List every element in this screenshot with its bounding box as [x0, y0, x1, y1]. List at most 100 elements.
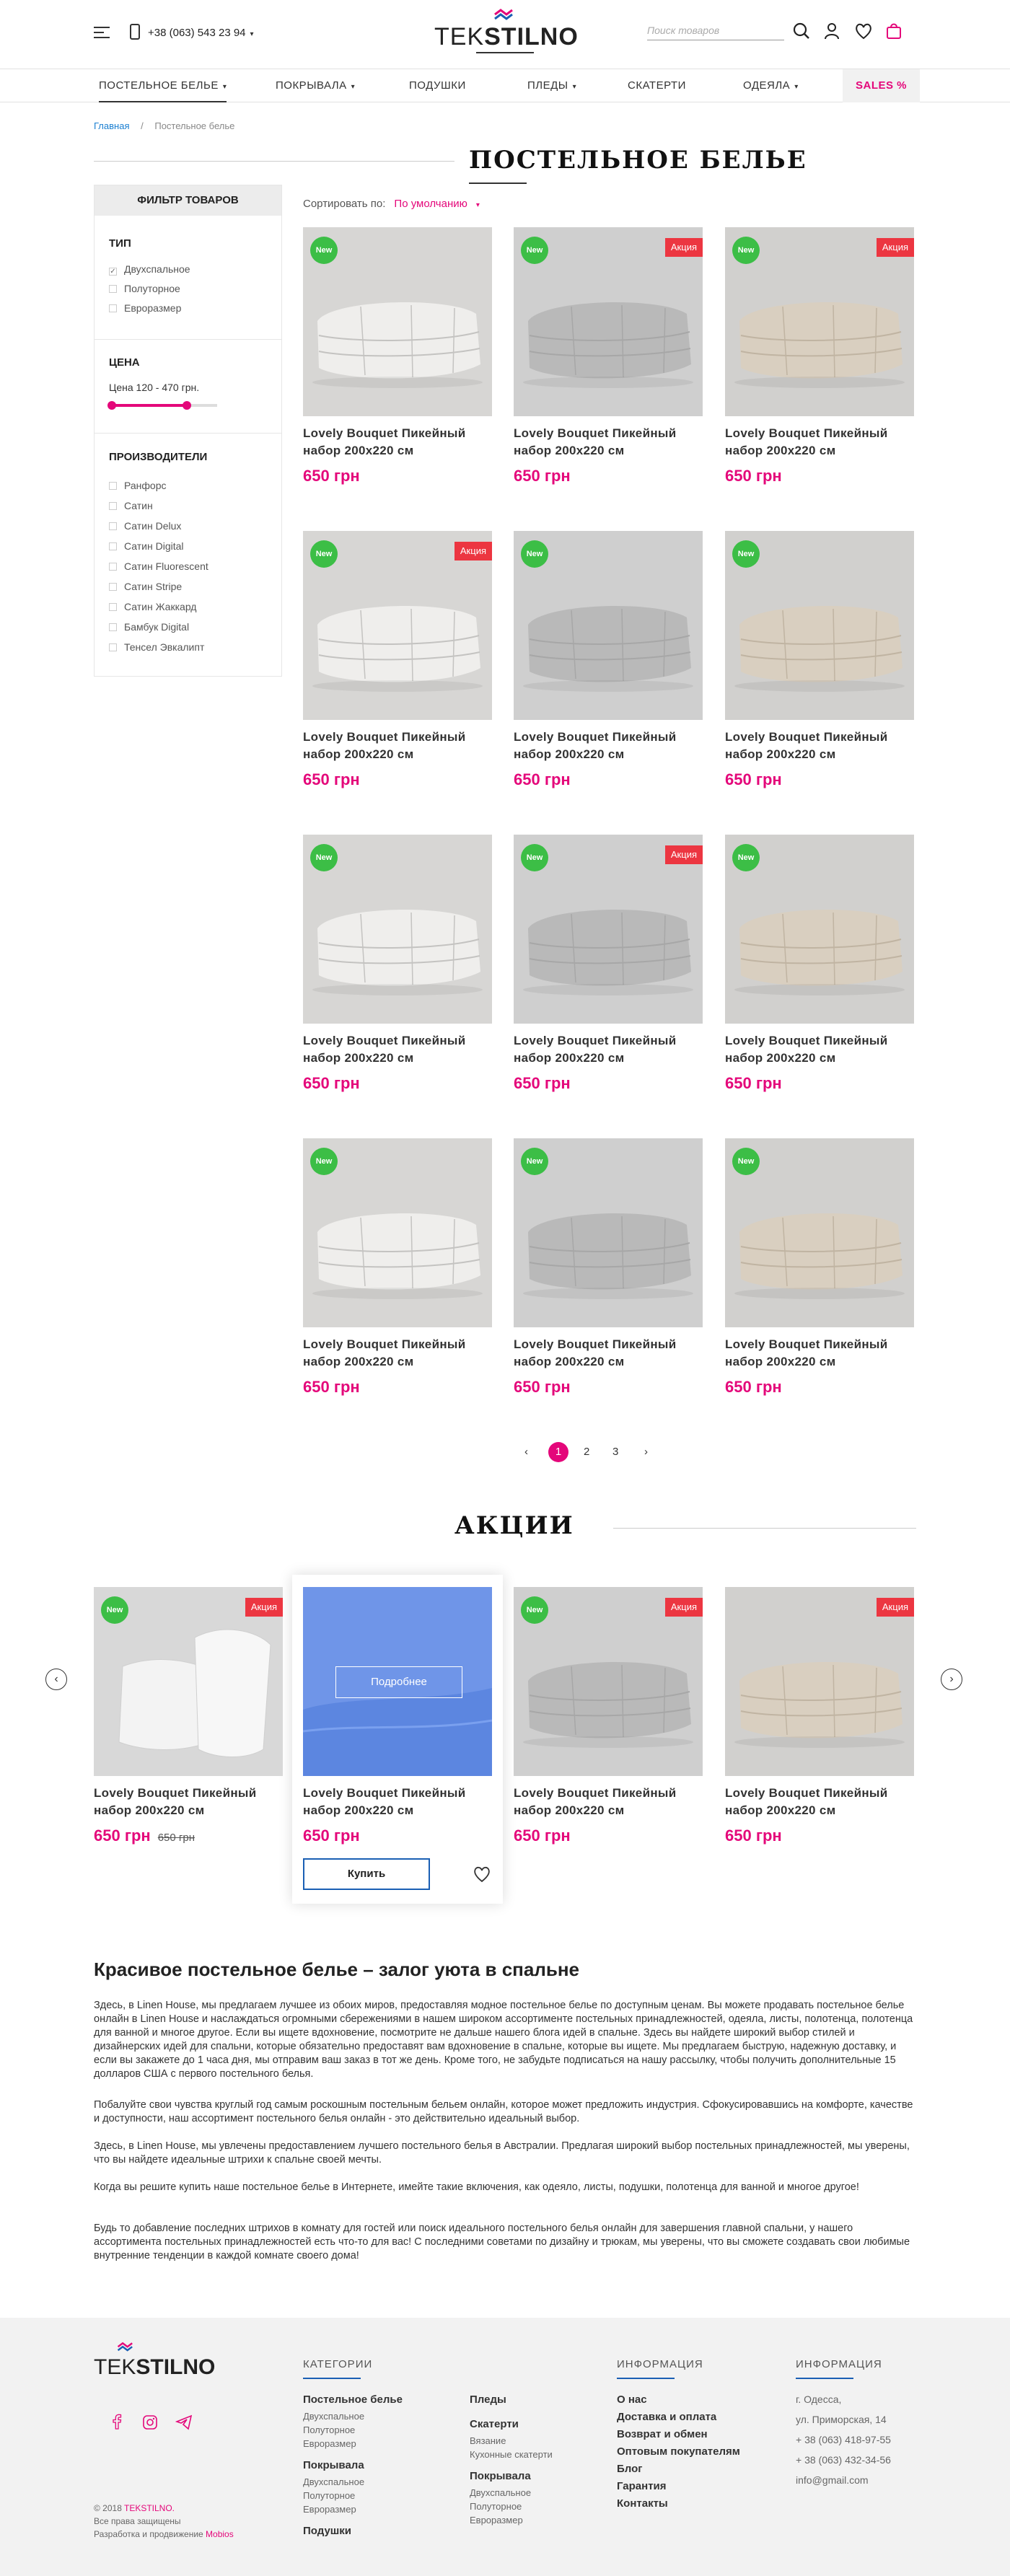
- buy-button[interactable]: Купить: [303, 1858, 430, 1890]
- product-image[interactable]: New: [303, 835, 492, 1024]
- product-card[interactable]: New Акция Lovely Bouquet Пикейный набор 200…: [94, 1587, 283, 1845]
- product-image[interactable]: Акция: [725, 1587, 914, 1776]
- page-1[interactable]: 1: [548, 1442, 568, 1462]
- carousel-next-icon[interactable]: ›: [941, 1669, 962, 1690]
- product-name[interactable]: Lovely Bouquet Пикейный набор 200x220 см: [725, 1032, 914, 1067]
- sort-control[interactable]: Сортировать по: По умолчанию ▾: [303, 198, 480, 210]
- footer-contact[interactable]: + 38 (063) 432-34-56: [796, 2454, 891, 2466]
- product-card[interactable]: New Акция Lovely Bouquet Пикейный набор 200…: [514, 835, 703, 1093]
- filter-option[interactable]: Сатин: [109, 500, 153, 511]
- footer-link-group[interactable]: Скатерти: [470, 2418, 519, 2430]
- developer-link[interactable]: Mobios: [206, 2529, 234, 2539]
- product-image[interactable]: New: [725, 1138, 914, 1327]
- product-image[interactable]: New Акция: [725, 227, 914, 416]
- filter-option[interactable]: Бамбук Digital: [109, 621, 189, 633]
- footer-link-group[interactable]: Покрывала: [470, 2470, 531, 2482]
- footer-link[interactable]: Двухспальное: [303, 2411, 364, 2422]
- product-image[interactable]: Подробнее: [303, 1587, 492, 1776]
- price-slider[interactable]: [107, 401, 217, 410]
- product-name[interactable]: Lovely Bouquet Пикейный набор 200x220 см: [514, 1336, 703, 1371]
- product-image[interactable]: New: [514, 531, 703, 720]
- logo[interactable]: TEKSTILNO: [434, 7, 578, 62]
- product-name[interactable]: Lovely Bouquet Пикейный набор 200x220 см: [725, 729, 914, 763]
- nav-item-bedspreads[interactable]: ПОКРЫВАЛА ▾: [276, 69, 355, 102]
- details-button[interactable]: Подробнее: [335, 1666, 462, 1698]
- nav-item-pillows[interactable]: ПОДУШКИ: [409, 69, 466, 102]
- footer-contact[interactable]: + 38 (063) 418-97-55: [796, 2434, 891, 2445]
- footer-link[interactable]: Двухспальное: [470, 2487, 531, 2498]
- filter-option[interactable]: ✓ Двухспальное: [109, 263, 190, 276]
- nav-item-sales[interactable]: SALES %: [843, 69, 921, 102]
- footer-link[interactable]: Кухонные скатерти: [470, 2449, 553, 2460]
- prev-page-icon[interactable]: ‹: [524, 1446, 528, 1458]
- product-card[interactable]: New Lovely Bouquet Пикейный набор 200x220 …: [303, 1138, 492, 1397]
- product-name[interactable]: Lovely Bouquet Пикейный набор 200x220 см: [303, 1336, 492, 1371]
- footer-info-link[interactable]: Блог: [617, 2463, 643, 2475]
- product-image[interactable]: New: [725, 835, 914, 1024]
- product-image[interactable]: New: [725, 531, 914, 720]
- filter-option[interactable]: Ранфорс: [109, 480, 166, 491]
- search-icon[interactable]: [792, 22, 811, 40]
- telegram-icon[interactable]: [175, 2414, 193, 2430]
- filter-option[interactable]: Евроразмер: [109, 302, 181, 314]
- facebook-icon[interactable]: [112, 2414, 122, 2430]
- header-phone[interactable]: +38 (063) 543 23 94 ▾: [148, 27, 254, 39]
- next-page-icon[interactable]: ›: [644, 1446, 648, 1458]
- filter-option[interactable]: Тенсел Эвкалипт: [109, 641, 204, 653]
- filter-option[interactable]: Сатин Digital: [109, 540, 184, 552]
- product-name[interactable]: Lovely Bouquet Пикейный набор 200x220 см: [94, 1785, 283, 1819]
- footer-link-group[interactable]: Пледы: [470, 2393, 506, 2406]
- breadcrumb-home[interactable]: Главная: [94, 120, 129, 131]
- page-2[interactable]: 2: [584, 1446, 589, 1458]
- menu-icon[interactable]: [94, 27, 110, 38]
- nav-item-blankets[interactable]: ОДЕЯЛА ▾: [743, 69, 799, 102]
- carousel-prev-icon[interactable]: ‹: [45, 1669, 67, 1690]
- product-image[interactable]: New Акция: [303, 531, 492, 720]
- instagram-icon[interactable]: [142, 2414, 158, 2430]
- product-card[interactable]: New Lovely Bouquet Пикейный набор 200x220 …: [514, 531, 703, 789]
- footer-link[interactable]: Полуторное: [303, 2425, 355, 2435]
- product-card[interactable]: New Акция Lovely Bouquet Пикейный набор 200…: [514, 1587, 703, 1845]
- footer-link[interactable]: Полуторное: [303, 2490, 355, 2501]
- product-card[interactable]: New Lovely Bouquet Пикейный набор 200x220 …: [303, 835, 492, 1093]
- product-name[interactable]: Lovely Bouquet Пикейный набор 200x220 см: [514, 1032, 703, 1067]
- product-card[interactable]: New Акция Lovely Bouquet Пикейный набор 200…: [514, 227, 703, 485]
- product-card[interactable]: Подробнее Lovely Bouquet Пикейный набор 20…: [303, 1587, 492, 1845]
- page-3[interactable]: 3: [612, 1446, 618, 1458]
- footer-info-link[interactable]: О нас: [617, 2393, 647, 2406]
- footer-contact[interactable]: info@gmail.com: [796, 2474, 869, 2486]
- filter-option[interactable]: Сатин Жаккард: [109, 601, 196, 612]
- footer-info-link[interactable]: Гарантия: [617, 2480, 667, 2492]
- product-card[interactable]: New Lovely Bouquet Пикейный набор 200x220 …: [514, 1138, 703, 1397]
- footer-info-link[interactable]: Контакты: [617, 2497, 668, 2510]
- product-card[interactable]: Акция Lovely Bouquet Пикейный набор 200x22…: [725, 1587, 914, 1845]
- product-name[interactable]: Lovely Bouquet Пикейный набор 200x220 см: [303, 1032, 492, 1067]
- product-name[interactable]: Lovely Bouquet Пикейный набор 200x220 см: [303, 1785, 492, 1819]
- product-card[interactable]: New Акция Lovely Bouquet Пикейный набор 200…: [725, 227, 914, 485]
- footer-link-group[interactable]: Постельное белье: [303, 2393, 403, 2406]
- filter-option[interactable]: Сатин Delux: [109, 520, 181, 532]
- product-image[interactable]: New: [303, 1138, 492, 1327]
- footer-link[interactable]: Двухспальное: [303, 2476, 364, 2487]
- search-input[interactable]: Поиск товаров: [647, 22, 784, 40]
- product-name[interactable]: Lovely Bouquet Пикейный набор 200x220 см: [303, 425, 492, 460]
- product-image[interactable]: New: [514, 1138, 703, 1327]
- product-name[interactable]: Lovely Bouquet Пикейный набор 200x220 см: [303, 729, 492, 763]
- product-name[interactable]: Lovely Bouquet Пикейный набор 200x220 см: [514, 1785, 703, 1819]
- wishlist-heart-icon[interactable]: [473, 1865, 491, 1883]
- product-image[interactable]: New Акция: [514, 227, 703, 416]
- product-image[interactable]: New: [303, 227, 492, 416]
- filter-option[interactable]: Сатин Fluorescent: [109, 561, 208, 572]
- nav-item-bedding[interactable]: ПОСТЕЛЬНОЕ БЕЛЬЕ ▾: [99, 69, 227, 102]
- slider-handle-min[interactable]: [107, 401, 116, 410]
- product-name[interactable]: Lovely Bouquet Пикейный набор 200x220 см: [725, 1336, 914, 1371]
- sort-select[interactable]: По умолчанию: [394, 198, 467, 210]
- product-name[interactable]: Lovely Bouquet Пикейный набор 200x220 см: [725, 425, 914, 460]
- footer-link-group[interactable]: Подушки: [303, 2525, 351, 2537]
- product-image[interactable]: New Акция: [94, 1587, 283, 1776]
- footer-link[interactable]: Полуторное: [470, 2501, 522, 2512]
- nav-item-tablecloths[interactable]: СКАТЕРТИ: [628, 69, 686, 102]
- footer-link[interactable]: Вязание: [470, 2435, 506, 2446]
- footer-link[interactable]: Евроразмер: [303, 2438, 356, 2449]
- filter-option[interactable]: Полуторное: [109, 283, 180, 294]
